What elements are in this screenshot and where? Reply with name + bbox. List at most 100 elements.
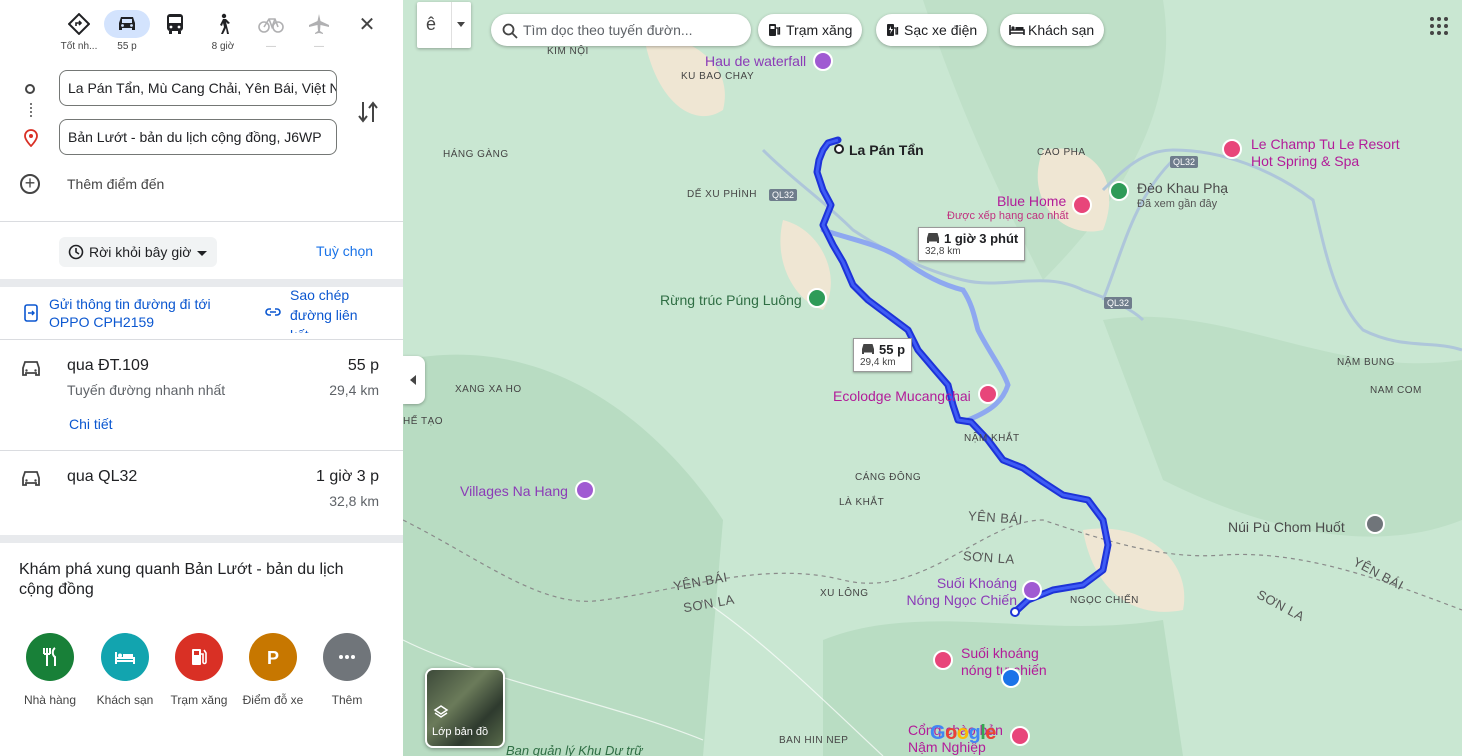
origin-map-label: La Pán Tẩn <box>849 142 924 158</box>
poi-label[interactable]: Ban quản lý Khu Dự trữ <box>506 743 642 756</box>
place-label: BAN HIN NEP <box>779 735 849 746</box>
category-parking[interactable]: P Điểm đỗ xe <box>236 633 310 707</box>
mode-driving[interactable]: 55 p <box>102 6 152 58</box>
poi-label[interactable]: Blue Home <box>997 193 1066 209</box>
input-tools-button[interactable]: ê <box>417 2 471 48</box>
copy-link-button[interactable]: Sao chép đường liên kết <box>290 285 370 333</box>
dropdown-caret-icon <box>197 250 208 256</box>
car-icon <box>927 233 939 243</box>
hotel-poi-icon[interactable] <box>978 384 998 404</box>
category-more[interactable]: Thêm <box>310 633 384 707</box>
mode-walking[interactable]: 8 giờ <box>198 6 248 58</box>
poi-sublabel: Đã xem gần đây <box>1137 198 1218 210</box>
collapse-panel-button[interactable] <box>403 356 425 404</box>
route-time-box-alt[interactable]: 1 giờ 3 phút 32,8 km <box>918 227 1026 261</box>
chip-ev-charging[interactable]: Sạc xe điện <box>876 14 988 46</box>
chip-hotels[interactable]: Khách sạn <box>1000 14 1105 46</box>
hotel-poi-icon[interactable] <box>1072 195 1092 215</box>
route-time-box-main[interactable]: 55 p 29,4 km <box>853 338 913 372</box>
category-restaurants[interactable]: Nhà hàng <box>13 633 87 707</box>
poi-label[interactable]: Núi Pù Chom Huốt <box>1228 519 1345 535</box>
poi-label[interactable]: Đèo Khau Phạ <box>1137 180 1228 196</box>
depart-time-button[interactable]: Rời khỏi bây giờ <box>59 237 218 267</box>
add-destination-label: Thêm điểm đến <box>67 176 165 192</box>
forest-poi-icon[interactable] <box>807 288 827 308</box>
car-icon <box>104 10 150 38</box>
resort-poi-icon[interactable] <box>1222 139 1242 159</box>
mode-flight[interactable]: — <box>294 6 344 58</box>
map-layers-button[interactable]: Lớp bản đồ <box>425 668 505 748</box>
poi-sublabel: Được xếp hạng cao nhất <box>947 210 1069 222</box>
place-label: CÁNG ĐÔNG <box>855 472 922 483</box>
category-label: Trạm xăng <box>170 693 228 707</box>
category-label: Thêm <box>331 693 363 707</box>
route-duration: 1 giờ 3 p <box>316 468 379 485</box>
camera-poi-icon[interactable] <box>813 51 833 71</box>
poi-label[interactable]: Villages Na Hang <box>460 483 568 499</box>
place-label: HÁNG GÀNG <box>443 149 509 160</box>
camera-poi-icon[interactable] <box>1022 580 1042 600</box>
layers-icon <box>433 705 449 718</box>
parking-poi-icon[interactable] <box>1001 668 1021 688</box>
route-box-distance: 29,4 km <box>860 357 896 368</box>
camera-poi-icon[interactable] <box>575 480 595 500</box>
send-to-phone-row: Gửi thông tin đường đi tới OPPO CPH2159 … <box>0 287 403 339</box>
poi-label[interactable]: Hau de waterfall <box>705 53 806 69</box>
origin-input[interactable]: La Pán Tẩn, Mù Cang Chải, Yên Bái, Việt … <box>59 70 337 106</box>
spa-poi-icon[interactable] <box>933 650 953 670</box>
camera-poi-icon[interactable] <box>1010 726 1030 746</box>
category-hotels[interactable]: Khách sạn <box>88 633 162 707</box>
options-link[interactable]: Tuỳ chọn <box>316 243 373 259</box>
restaurant-icon <box>26 633 74 681</box>
svg-text:P: P <box>267 648 279 668</box>
origin-dot-icon <box>25 84 35 94</box>
category-gas-stations[interactable]: Trạm xăng <box>162 633 236 707</box>
chevron-left-icon <box>410 375 416 385</box>
link-icon <box>265 308 281 316</box>
mode-cycling[interactable]: — <box>246 6 296 58</box>
swap-icon[interactable] <box>356 98 380 126</box>
map-canvas[interactable]: ê Tìm dọc theo tuyến đườn... Trạm xăng S… <box>403 0 1462 756</box>
mode-driving-label: 55 p <box>117 41 137 52</box>
send-to-phone-link[interactable]: Gửi thông tin đường đi tới OPPO CPH2159 <box>49 295 249 331</box>
travel-mode-bar: Tốt nh... 55 p 8 giờ — — <box>0 6 403 62</box>
place-label: NẬM KHẮT <box>964 433 1020 444</box>
car-icon <box>22 471 40 486</box>
place-label: HẾ TẠO <box>403 416 444 427</box>
route-option-1[interactable]: qua ĐT.109 Tuyến đường nhanh nhất 55 p 2… <box>0 340 403 450</box>
poi-label[interactable]: Rừng trúc Púng Luông <box>660 292 802 308</box>
route-option-2[interactable]: qua QL32 1 giờ 3 p 32,8 km <box>0 451 403 535</box>
route-via: qua ĐT.109 <box>67 357 149 374</box>
place-label: NẬM BUNG <box>1337 357 1395 368</box>
category-label: Khách sạn <box>96 693 154 707</box>
route-note: Tuyến đường nhanh nhất <box>67 382 226 398</box>
close-icon[interactable]: ✕ <box>352 10 382 40</box>
road-shield: QL32 <box>1170 156 1199 168</box>
road-shield: QL32 <box>1104 297 1133 309</box>
mountain-poi-icon[interactable] <box>1365 514 1385 534</box>
category-label: Điểm đỗ xe <box>242 693 304 707</box>
place-label: DẾ XU PHÌNH <box>687 189 757 200</box>
route-box-time-text: 55 p <box>879 342 906 357</box>
route-via: qua QL32 <box>67 468 138 485</box>
poi-label[interactable]: Suối Khoáng Nóng Ngọc Chiến <box>905 575 1017 609</box>
chip-gas-stations[interactable]: Trạm xăng <box>758 14 863 46</box>
place-label: NAM COM <box>1370 385 1422 396</box>
category-label: Nhà hàng <box>23 693 77 707</box>
depart-label: Rời khỏi bây giờ <box>89 244 192 260</box>
mode-best[interactable]: Tốt nh... <box>54 6 104 58</box>
apps-grid-icon[interactable] <box>1429 16 1449 36</box>
clock-icon <box>68 244 84 260</box>
poi-label[interactable]: Ecolodge Mucangchai <box>833 388 971 404</box>
mode-flight-label: — <box>314 41 324 52</box>
destination-input[interactable]: Bản Lướt - bản du lịch cộng đồng, J6WP <box>59 119 337 155</box>
divider <box>451 2 452 48</box>
viewpoint-poi-icon[interactable] <box>1109 181 1129 201</box>
mode-transit[interactable] <box>150 6 200 58</box>
search-along-route[interactable]: Tìm dọc theo tuyến đườn... <box>491 14 751 46</box>
route-details-link[interactable]: Chi tiết <box>69 416 113 432</box>
place-label: CAO PHA <box>1037 147 1086 158</box>
poi-label[interactable]: Le Champ Tu Le Resort Hot Spring & Spa <box>1251 136 1411 170</box>
plus-circle-icon: + <box>20 174 40 194</box>
route-duration: 55 p <box>347 357 379 374</box>
